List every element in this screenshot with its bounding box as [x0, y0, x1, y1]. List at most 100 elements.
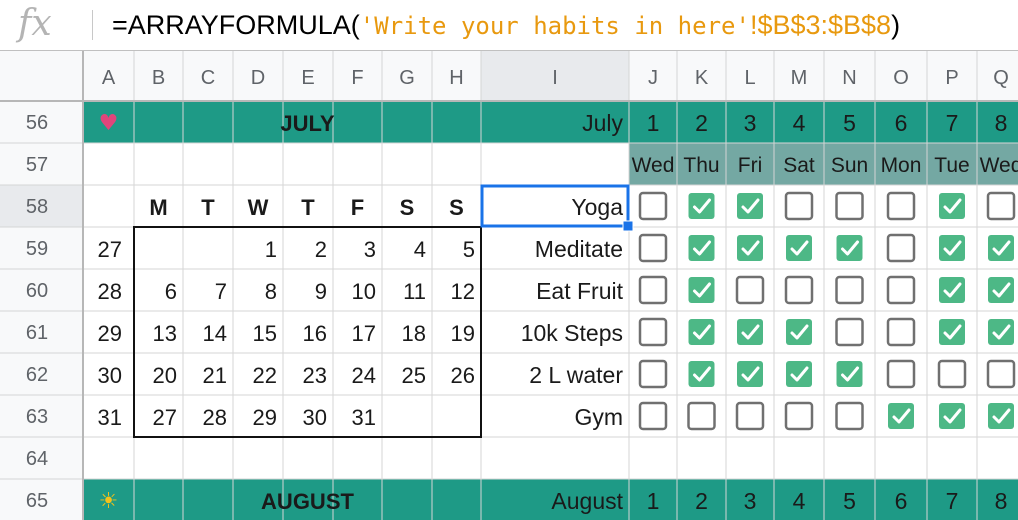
habit-checkbox-unchecked[interactable] — [687, 401, 716, 431]
column-header-M[interactable]: M — [791, 67, 808, 89]
calendar-day: 31 — [352, 405, 376, 430]
habit-checkbox-unchecked[interactable] — [638, 317, 668, 347]
row-header-64[interactable]: 64 — [26, 448, 48, 470]
habit-checkbox-checked[interactable] — [888, 403, 914, 429]
habit-checkbox-checked[interactable] — [786, 319, 812, 345]
row-header-65[interactable]: 65 — [26, 490, 48, 512]
habit-checkbox-unchecked[interactable] — [638, 233, 668, 263]
habit-checkbox-unchecked[interactable] — [784, 401, 814, 431]
calendar-day: 12 — [451, 279, 475, 304]
column-header-J[interactable]: J — [648, 67, 658, 89]
calendar-day: 27 — [153, 405, 177, 430]
column-header-Q[interactable]: Q — [993, 67, 1009, 89]
day-number: 2 — [695, 110, 708, 136]
row-header-59[interactable]: 59 — [26, 238, 48, 260]
habit-checkbox-checked[interactable] — [737, 361, 763, 387]
column-header-A[interactable]: A — [102, 67, 116, 89]
habit-checkbox-checked[interactable] — [836, 235, 863, 261]
habit-checkbox-unchecked[interactable] — [886, 359, 916, 389]
calendar-day: 8 — [265, 279, 277, 304]
column-header-F[interactable]: F — [351, 67, 363, 89]
habit-checkbox-unchecked[interactable] — [784, 191, 814, 221]
day-number: 2 — [695, 488, 708, 514]
habit-checkbox-checked[interactable] — [939, 319, 965, 345]
habit-checkbox-unchecked[interactable] — [784, 275, 814, 305]
habit-checkbox-unchecked[interactable] — [835, 401, 864, 431]
habit-checkbox-unchecked[interactable] — [638, 401, 668, 431]
calendar-weekday-header: S — [400, 195, 415, 220]
habit-checkbox-checked[interactable] — [939, 235, 965, 261]
habit-checkbox-unchecked[interactable] — [937, 359, 967, 389]
weekday-label: Mon — [881, 154, 922, 177]
habit-checkbox-checked[interactable] — [786, 235, 812, 261]
habit-checkbox-checked[interactable] — [688, 361, 715, 387]
habit-checkbox-unchecked[interactable] — [835, 275, 864, 305]
column-header-D[interactable]: D — [251, 67, 265, 89]
calendar-day: 13 — [153, 321, 177, 346]
habit-checkbox-checked[interactable] — [737, 193, 763, 219]
habit-checkbox-unchecked[interactable] — [886, 317, 916, 347]
habit-checkbox-checked[interactable] — [786, 361, 812, 387]
row-header-58[interactable]: 58 — [26, 196, 48, 218]
habit-checkbox-checked[interactable] — [688, 235, 715, 261]
habit-checkbox-checked[interactable] — [737, 319, 763, 345]
column-header-B[interactable]: B — [152, 67, 165, 89]
week-number: 28 — [98, 279, 122, 304]
weekday-label: Wed — [980, 154, 1018, 177]
day-number: 3 — [744, 488, 757, 514]
habit-checkbox-unchecked[interactable] — [735, 401, 765, 431]
row-header-61[interactable]: 61 — [26, 322, 48, 344]
column-header-G[interactable]: G — [399, 67, 415, 89]
habit-checkbox-checked[interactable] — [836, 361, 863, 387]
fill-handle[interactable] — [622, 220, 634, 232]
habit-checkbox-unchecked[interactable] — [886, 275, 916, 305]
habit-checkbox-unchecked[interactable] — [835, 317, 864, 347]
row-header-63[interactable]: 63 — [26, 406, 48, 428]
bikini-icon: ♥ — [99, 111, 119, 136]
habit-checkbox-checked[interactable] — [688, 277, 715, 303]
habit-checkbox-checked[interactable] — [988, 319, 1014, 345]
calendar-weekday-header: F — [351, 195, 364, 220]
calendar-day: 6 — [165, 279, 177, 304]
habit-checkbox-checked[interactable] — [688, 319, 715, 345]
column-header-K[interactable]: K — [695, 67, 709, 89]
habit-checkbox-unchecked[interactable] — [986, 191, 1016, 221]
july-band — [83, 101, 1018, 143]
column-header-O[interactable]: O — [893, 67, 909, 89]
habit-checkbox-checked[interactable] — [737, 235, 763, 261]
column-header-I[interactable]: I — [552, 67, 558, 89]
spreadsheet-grid[interactable]: A B C D E F G H I J K L M N O P Q56575859606162636465♥ JU… — [0, 0, 1018, 520]
row-header-60[interactable]: 60 — [26, 280, 48, 302]
habit-checkbox-checked[interactable] — [688, 193, 715, 219]
habit-checkbox-unchecked[interactable] — [638, 191, 668, 221]
calendar-day: 23 — [303, 363, 327, 388]
week-number: 27 — [98, 237, 122, 262]
row-header-57[interactable]: 57 — [26, 154, 48, 176]
calendar-day: 7 — [215, 279, 227, 304]
column-header-P[interactable]: P — [945, 67, 958, 89]
weekday-label: Sun — [831, 154, 868, 177]
column-header-L[interactable]: L — [744, 67, 755, 89]
calendar-day: 19 — [451, 321, 475, 346]
habit-name: 10k Steps — [521, 320, 623, 346]
column-header-E[interactable]: E — [301, 67, 314, 89]
column-header-H[interactable]: H — [449, 67, 463, 89]
row-header-56[interactable]: 56 — [26, 112, 48, 134]
habit-checkbox-unchecked[interactable] — [986, 359, 1016, 389]
habit-checkbox-unchecked[interactable] — [886, 191, 916, 221]
column-header-N[interactable]: N — [842, 67, 856, 89]
row-header-62[interactable]: 62 — [26, 364, 48, 386]
habit-checkbox-unchecked[interactable] — [638, 359, 668, 389]
habit-checkbox-checked[interactable] — [939, 403, 965, 429]
habit-checkbox-unchecked[interactable] — [638, 275, 668, 305]
habit-checkbox-checked[interactable] — [988, 277, 1014, 303]
habit-checkbox-checked[interactable] — [939, 277, 965, 303]
column-header-C[interactable]: C — [201, 67, 215, 89]
day-number: 6 — [895, 488, 908, 514]
habit-checkbox-checked[interactable] — [988, 235, 1014, 261]
habit-checkbox-checked[interactable] — [939, 193, 965, 219]
habit-checkbox-unchecked[interactable] — [835, 191, 864, 221]
habit-checkbox-checked[interactable] — [988, 403, 1014, 429]
habit-checkbox-unchecked[interactable] — [735, 275, 765, 305]
habit-checkbox-unchecked[interactable] — [886, 233, 916, 263]
